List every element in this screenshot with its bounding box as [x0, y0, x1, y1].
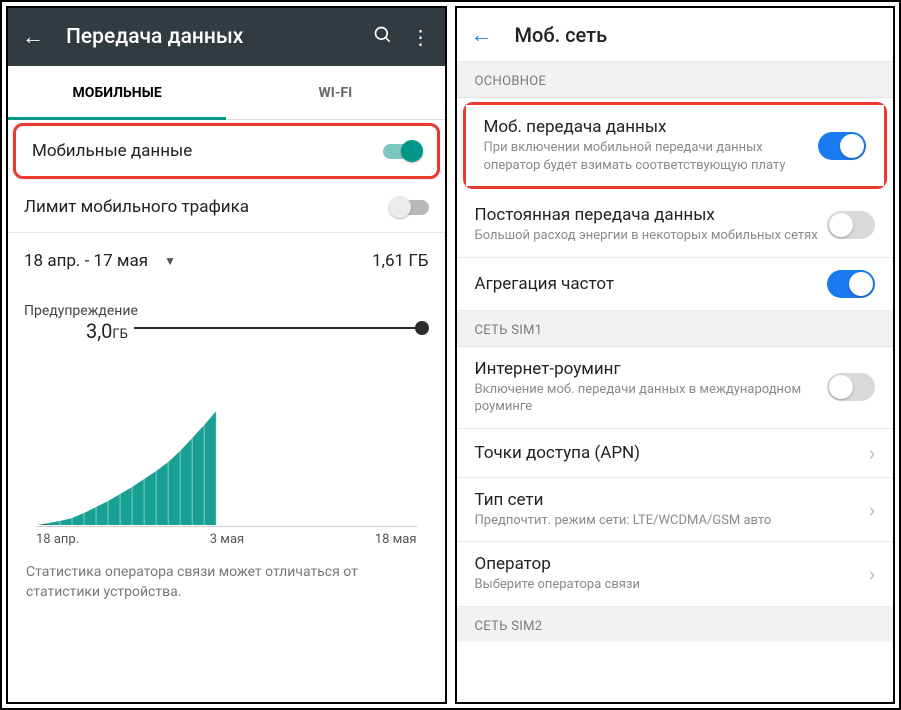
page-title: Передача данных [66, 25, 373, 49]
roaming-desc: Включение моб. передачи данных в междуна… [475, 381, 828, 416]
phone-left-data-usage: ← Передача данных ⋮ МОБИЛЬНЫЕ WI-FI Моби… [6, 6, 447, 704]
mobile-data-row[interactable]: Моб. передача данных При включении мобил… [466, 105, 885, 186]
chart-x-labels: 18 апр. 3 мая 18 мая [36, 532, 417, 547]
page-title: Моб. сеть [515, 23, 608, 47]
network-type-desc: Предпочтит. режим сети: LTE/WCDMA/GSM ав… [475, 512, 869, 530]
highlighted-mobile-data-row: Мобильные данные [13, 123, 440, 179]
highlighted-mobile-data-row: Моб. передача данных При включении мобил… [463, 102, 888, 189]
section-sim1: СЕТЬ SIM1 [457, 311, 894, 347]
aggregation-title: Агрегация частот [475, 274, 828, 294]
back-arrow-icon[interactable]: ← [471, 22, 493, 48]
section-sim2: СЕТЬ SIM2 [457, 607, 894, 642]
roaming-title: Интернет-роуминг [475, 359, 828, 379]
tabs: МОБИЛЬНЫЕ WI-FI [8, 66, 445, 120]
mobile-data-desc: При включении мобильной передачи данных … [484, 139, 819, 174]
app-bar: ← Передача данных ⋮ [8, 8, 445, 66]
operator-row[interactable]: Оператор Выберите оператора связи › [457, 542, 894, 607]
data-limit-switch[interactable] [391, 200, 429, 215]
always-on-switch[interactable] [827, 211, 875, 239]
warn-label: Предупреждение [24, 303, 138, 319]
date-range-row[interactable]: 18 апр. - 17 мая ▼ 1,61 ГБ [8, 233, 445, 289]
operator-desc: Выберите оператора связи [475, 576, 869, 594]
data-limit-row[interactable]: Лимит мобильного трафика [8, 182, 445, 233]
roaming-switch[interactable] [827, 373, 875, 401]
mobile-data-title: Моб. передача данных [484, 117, 819, 137]
aggregation-switch[interactable] [827, 270, 875, 298]
warn-threshold-line[interactable] [134, 327, 425, 329]
always-on-desc: Большой расход энергии в некоторых мобил… [475, 227, 828, 245]
section-main: ОСНОВНОЕ [457, 62, 894, 98]
app-bar: ← Моб. сеть [457, 8, 894, 62]
overflow-menu-icon[interactable]: ⋮ [411, 25, 431, 49]
phone-right-mobile-network: ← Моб. сеть ОСНОВНОЕ Моб. передача данны… [455, 6, 896, 704]
warn-threshold-handle[interactable] [415, 321, 429, 335]
chevron-right-icon: › [869, 562, 875, 586]
usage-value: 1,61 ГБ [372, 251, 428, 271]
search-icon[interactable] [373, 25, 393, 50]
apn-row[interactable]: Точки доступа (APN) › [457, 429, 894, 478]
usage-chart: Предупреждение 3,0ГБ 18 апр. 3 мая 18 ма… [8, 289, 445, 557]
chevron-right-icon: › [869, 441, 875, 465]
always-on-title: Постоянная передача данных [475, 205, 828, 225]
date-range-text: 18 апр. - 17 мая [24, 251, 148, 271]
tab-mobile[interactable]: МОБИЛЬНЫЕ [8, 66, 226, 119]
apn-title: Точки доступа (APN) [475, 443, 869, 463]
tab-wifi[interactable]: WI-FI [226, 66, 444, 119]
network-type-row[interactable]: Тип сети Предпочтит. режим сети: LTE/WCD… [457, 478, 894, 543]
chevron-right-icon: › [869, 498, 875, 522]
always-on-data-row[interactable]: Постоянная передача данных Большой расхо… [457, 193, 894, 258]
usage-area-chart [36, 355, 417, 525]
operator-title: Оператор [475, 554, 869, 574]
mobile-data-switch[interactable] [818, 132, 866, 160]
mobile-data-label: Мобильные данные [32, 141, 383, 161]
carrier-aggregation-row[interactable]: Агрегация частот [457, 258, 894, 311]
roaming-row[interactable]: Интернет-роуминг Включение моб. передачи… [457, 347, 894, 429]
mobile-data-switch[interactable] [383, 144, 421, 159]
warn-value: 3,0ГБ [86, 319, 128, 343]
data-limit-label: Лимит мобильного трафика [24, 197, 391, 217]
back-arrow-icon[interactable]: ← [22, 24, 44, 50]
dropdown-triangle-icon[interactable]: ▼ [164, 254, 176, 268]
network-type-title: Тип сети [475, 490, 869, 510]
stats-note: Статистика оператора связи может отличат… [8, 557, 445, 612]
mobile-data-row[interactable]: Мобильные данные [16, 126, 437, 176]
